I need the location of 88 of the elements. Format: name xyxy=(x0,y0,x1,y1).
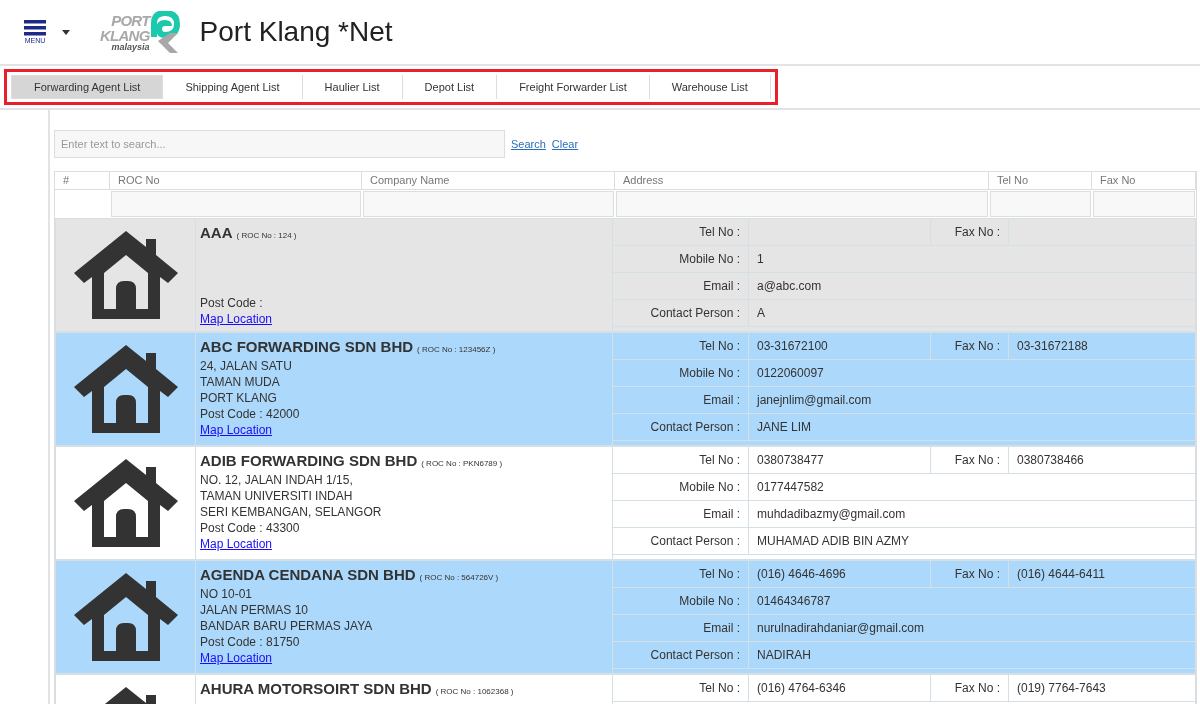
logo: PORT KLANG malaysia xyxy=(100,11,180,53)
roc-number: ( ROC No : 123456Z ) xyxy=(417,343,496,356)
field-label: Tel No : xyxy=(613,332,749,360)
filter-field[interactable] xyxy=(1093,190,1195,217)
field-label: Fax No : xyxy=(931,446,1009,474)
post-code: Post Code : 43300 xyxy=(200,519,301,536)
field-label: Tel No : xyxy=(613,218,749,246)
address-line: TAMAN UNIVERSITI INDAH xyxy=(200,487,354,504)
filter-field[interactable] xyxy=(990,190,1091,217)
company-name: ABC FORWARDING SDN BHD xyxy=(200,336,414,357)
field-label: Tel No : xyxy=(613,674,749,702)
field-value: MUHAMAD ADIB BIN AZMY xyxy=(749,527,1195,555)
field-value: (016) 4644-6411 xyxy=(1009,560,1195,588)
field-value: A xyxy=(749,299,1195,327)
column-header: # xyxy=(55,172,110,189)
company-name: AGENDA CENDANA SDN BHD xyxy=(200,564,416,585)
search-link[interactable]: Search xyxy=(511,135,546,153)
field-value: 0177447582 xyxy=(749,473,1195,501)
roc-number: ( ROC No : 564726V ) xyxy=(419,571,499,584)
post-code: Post Code : xyxy=(200,294,264,311)
field-value: 03-31672188 xyxy=(1009,332,1195,360)
post-code: Post Code : 42000 xyxy=(200,405,301,422)
address-line: PORT KLANG xyxy=(200,389,278,406)
field-value: 1 xyxy=(749,245,1195,273)
map-location-link[interactable]: Map Location xyxy=(200,421,273,438)
address-line: JALAN PERMAS 10 xyxy=(200,601,310,618)
filter-field[interactable] xyxy=(363,190,614,217)
address-line: 24, JALAN SATU xyxy=(200,357,293,374)
field-value: 01464346787 xyxy=(749,587,1195,615)
field-label: Mobile No : xyxy=(613,473,749,501)
column-header: Tel No xyxy=(989,172,1092,189)
roc-number: ( ROC No : PKN6789 ) xyxy=(421,457,503,470)
field-label: Contact Person : xyxy=(613,413,749,441)
field-label: Contact Person : xyxy=(613,641,749,669)
column-header: Fax No xyxy=(1092,172,1196,189)
column-header: Address xyxy=(615,172,989,189)
field-value: (016) 4646-4696 xyxy=(749,560,931,588)
company-name: AAA xyxy=(200,222,233,243)
field-value: nurulnadirahdaniar@gmail.com xyxy=(749,614,1195,642)
caret-icon[interactable] xyxy=(62,29,70,35)
map-location-link[interactable]: Map Location xyxy=(200,310,273,327)
roc-number: ( ROC No : 1062368 ) xyxy=(435,685,514,698)
field-value: (019) 7764-7643 xyxy=(1009,674,1195,702)
address-line: TAMAN MUDA xyxy=(200,373,281,390)
field-value: janejnlim@gmail.com xyxy=(749,386,1195,414)
field-label: Fax No : xyxy=(931,560,1009,588)
field-value: NADIRAH xyxy=(749,641,1195,669)
address-line: SERI KEMBANGAN, SELANGOR xyxy=(200,503,383,520)
field-label: Email : xyxy=(613,386,749,414)
search-field[interactable]: Enter text to search... xyxy=(54,130,505,158)
filter-field[interactable] xyxy=(616,190,988,217)
roc-number: ( ROC No : 124 ) xyxy=(236,229,297,242)
field-value: muhdadibazmy@gmail.com xyxy=(749,500,1195,528)
field-label: Email : xyxy=(613,614,749,642)
field-label: Fax No : xyxy=(931,218,1009,246)
address-line: BANDAR BARU PERMAS JAYA xyxy=(200,617,374,634)
field-label: Fax No : xyxy=(931,332,1009,360)
menu-icon xyxy=(24,19,46,36)
tab[interactable]: Forwarding Agent List xyxy=(11,75,164,99)
map-location-link[interactable]: Map Location xyxy=(200,649,273,666)
field-label: Contact Person : xyxy=(613,527,749,555)
page-title: Port Klang *Net xyxy=(199,15,393,49)
column-header: ROC No xyxy=(110,172,362,189)
field-value: a@abc.com xyxy=(749,272,1195,300)
map-location-link[interactable]: Map Location xyxy=(200,535,273,552)
clear-link[interactable]: Clear xyxy=(551,135,579,153)
field-value: (016) 4764-6346 xyxy=(749,674,931,702)
field-label: Mobile No : xyxy=(613,587,749,615)
field-label: Contact Person : xyxy=(613,299,749,327)
company-name: AHURA MOTORSOIRT SDN BHD xyxy=(200,678,432,699)
address-line: NO. 12, JALAN INDAH 1/15, xyxy=(200,471,354,488)
field-label: Mobile No : xyxy=(613,245,749,273)
field-value: 03-31672100 xyxy=(749,332,931,360)
field-label: Email : xyxy=(613,272,749,300)
field-label: Email : xyxy=(613,500,749,528)
field-value: 0122060097 xyxy=(749,359,1195,387)
field-value: 0380738477 xyxy=(749,446,931,474)
field-label: Tel No : xyxy=(613,560,749,588)
column-header: Company Name xyxy=(362,172,615,189)
field-label: Mobile No : xyxy=(613,359,749,387)
post-code: Post Code : 81750 xyxy=(200,633,301,650)
field-label: Tel No : xyxy=(613,446,749,474)
field-label: Fax No : xyxy=(931,674,1009,702)
field-value: JANE LIM xyxy=(749,413,1195,441)
field-value: 0380738466 xyxy=(1009,446,1195,474)
company-name: ADIB FORWARDING SDN BHD xyxy=(200,450,418,471)
filter-field[interactable] xyxy=(111,190,361,217)
address-line: NO 10-01 xyxy=(200,585,254,602)
